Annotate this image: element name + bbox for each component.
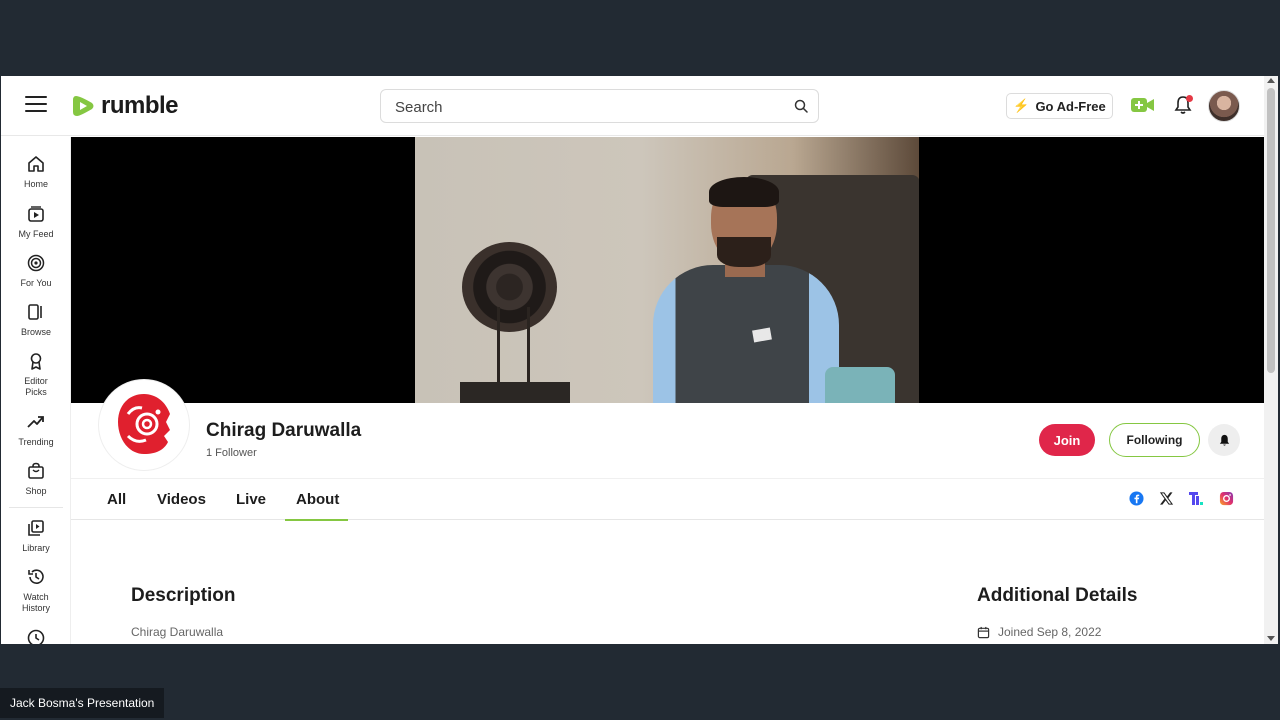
sidebar-item-shop[interactable]: Shop: [1, 462, 71, 497]
person-body: [653, 265, 839, 403]
rose-sculpture: [462, 242, 557, 332]
sidebar-item-editor-picks[interactable]: Editor Picks: [1, 352, 71, 398]
sidebar-item-label: Browse: [20, 327, 51, 337]
channel-notification-button[interactable]: [1208, 424, 1240, 456]
browse-icon: [28, 304, 42, 320]
channel-avatar[interactable]: [99, 380, 189, 470]
notifications-icon[interactable]: [1173, 95, 1193, 115]
sculpture-stand-left: [497, 307, 500, 387]
presenter-label: Jack Bosma's Presentation: [0, 688, 165, 718]
sidebar-item-label: Home: [23, 179, 48, 189]
go-ad-free-label: Go Ad-Free: [1035, 98, 1106, 114]
user-avatar[interactable]: [1208, 90, 1240, 122]
additional-details-heading: Additional Details: [977, 585, 1138, 606]
person-beard: [717, 237, 771, 267]
joined-date: Joined Sep 8, 2022: [977, 625, 1101, 639]
browser-viewport: rumble ⚡ Go Ad-Free: [1, 76, 1278, 644]
description-text: Chirag Daruwalla: [131, 625, 224, 639]
upload-video-icon[interactable]: [1131, 97, 1155, 113]
following-button[interactable]: Following: [1109, 423, 1200, 457]
target-icon: [27, 254, 45, 272]
tab-about[interactable]: About: [296, 491, 339, 508]
join-button[interactable]: Join: [1039, 424, 1095, 456]
follower-count: 1 Follower: [206, 447, 257, 459]
sidebar-divider: [9, 507, 63, 508]
active-tab-indicator: [285, 519, 348, 521]
sidebar-item-label: Shop: [25, 486, 47, 496]
social-links: [1128, 490, 1234, 506]
page-scrollbar[interactable]: [1264, 76, 1278, 644]
sidebar-item-browse[interactable]: Browse: [1, 303, 71, 338]
sidebar-item-trending[interactable]: Trending: [1, 413, 71, 448]
sidebar-item-label: For You: [20, 278, 52, 288]
tab-live[interactable]: Live: [236, 491, 266, 508]
notification-badge: [1186, 95, 1193, 102]
scroll-thumb[interactable]: [1267, 88, 1275, 373]
x-icon[interactable]: [1158, 490, 1174, 506]
rumble-play-icon: [73, 96, 94, 116]
sidebar-item-watch-history[interactable]: Watch History: [1, 568, 71, 614]
top-header: rumble ⚡ Go Ad-Free: [1, 76, 1264, 136]
logo-text: rumble: [101, 92, 179, 119]
sidebar-item-my-feed[interactable]: My Feed: [1, 205, 71, 240]
sidebar-item-label: Library: [22, 543, 50, 553]
library-icon: [28, 520, 44, 536]
sidebar-item-for-you[interactable]: For You: [1, 254, 71, 289]
go-ad-free-button[interactable]: ⚡ Go Ad-Free: [1006, 93, 1113, 119]
award-icon: [30, 353, 42, 370]
facebook-icon[interactable]: [1128, 490, 1144, 506]
instagram-icon[interactable]: [1218, 490, 1234, 506]
person-hair: [709, 177, 779, 207]
history-icon: [28, 569, 44, 584]
channel-banner: [71, 137, 1264, 403]
search-box[interactable]: [380, 89, 819, 123]
sidebar-item-label: My Feed: [18, 229, 54, 239]
joined-date-text: Joined Sep 8, 2022: [998, 625, 1102, 639]
search-input[interactable]: [395, 97, 775, 117]
sidebar-item-label: Editor Picks: [24, 376, 48, 397]
sidebar-item-library[interactable]: Library: [1, 519, 71, 554]
rumble-logo[interactable]: rumble: [70, 92, 179, 120]
table-shape: [460, 382, 570, 403]
sculpture-stand-right: [527, 307, 530, 387]
menu-icon[interactable]: [25, 96, 47, 114]
sidebar-item-watch-later[interactable]: [1, 629, 71, 644]
search-icon[interactable]: [794, 99, 808, 113]
channel-logo-icon: [118, 394, 170, 454]
clock-icon: [27, 629, 45, 644]
feed-icon: [28, 206, 44, 222]
scroll-up-arrow[interactable]: [1267, 78, 1275, 83]
channel-tabs: All Videos Live About: [71, 478, 1264, 521]
sidebar-item-label: Watch History: [21, 592, 50, 613]
tab-all[interactable]: All: [107, 491, 126, 508]
left-sidebar: Home My Feed For You Browse Editor Picks…: [1, 137, 71, 644]
description-heading: Description: [131, 585, 236, 606]
banner-photo: [415, 137, 919, 403]
sidebar-item-home[interactable]: Home: [1, 155, 71, 190]
cushion: [825, 367, 895, 403]
channel-name: Chirag Daruwalla: [206, 420, 362, 441]
truth-social-icon[interactable]: [1188, 490, 1204, 506]
shop-icon: [28, 462, 44, 479]
home-icon: [28, 156, 44, 172]
sidebar-item-label: Trending: [18, 437, 54, 447]
bell-icon: [1219, 434, 1229, 446]
lightning-icon: ⚡: [1013, 98, 1030, 113]
calendar-icon: [977, 626, 990, 638]
tab-videos[interactable]: Videos: [157, 491, 206, 508]
scroll-down-arrow[interactable]: [1267, 636, 1275, 641]
trending-icon: [27, 416, 44, 428]
